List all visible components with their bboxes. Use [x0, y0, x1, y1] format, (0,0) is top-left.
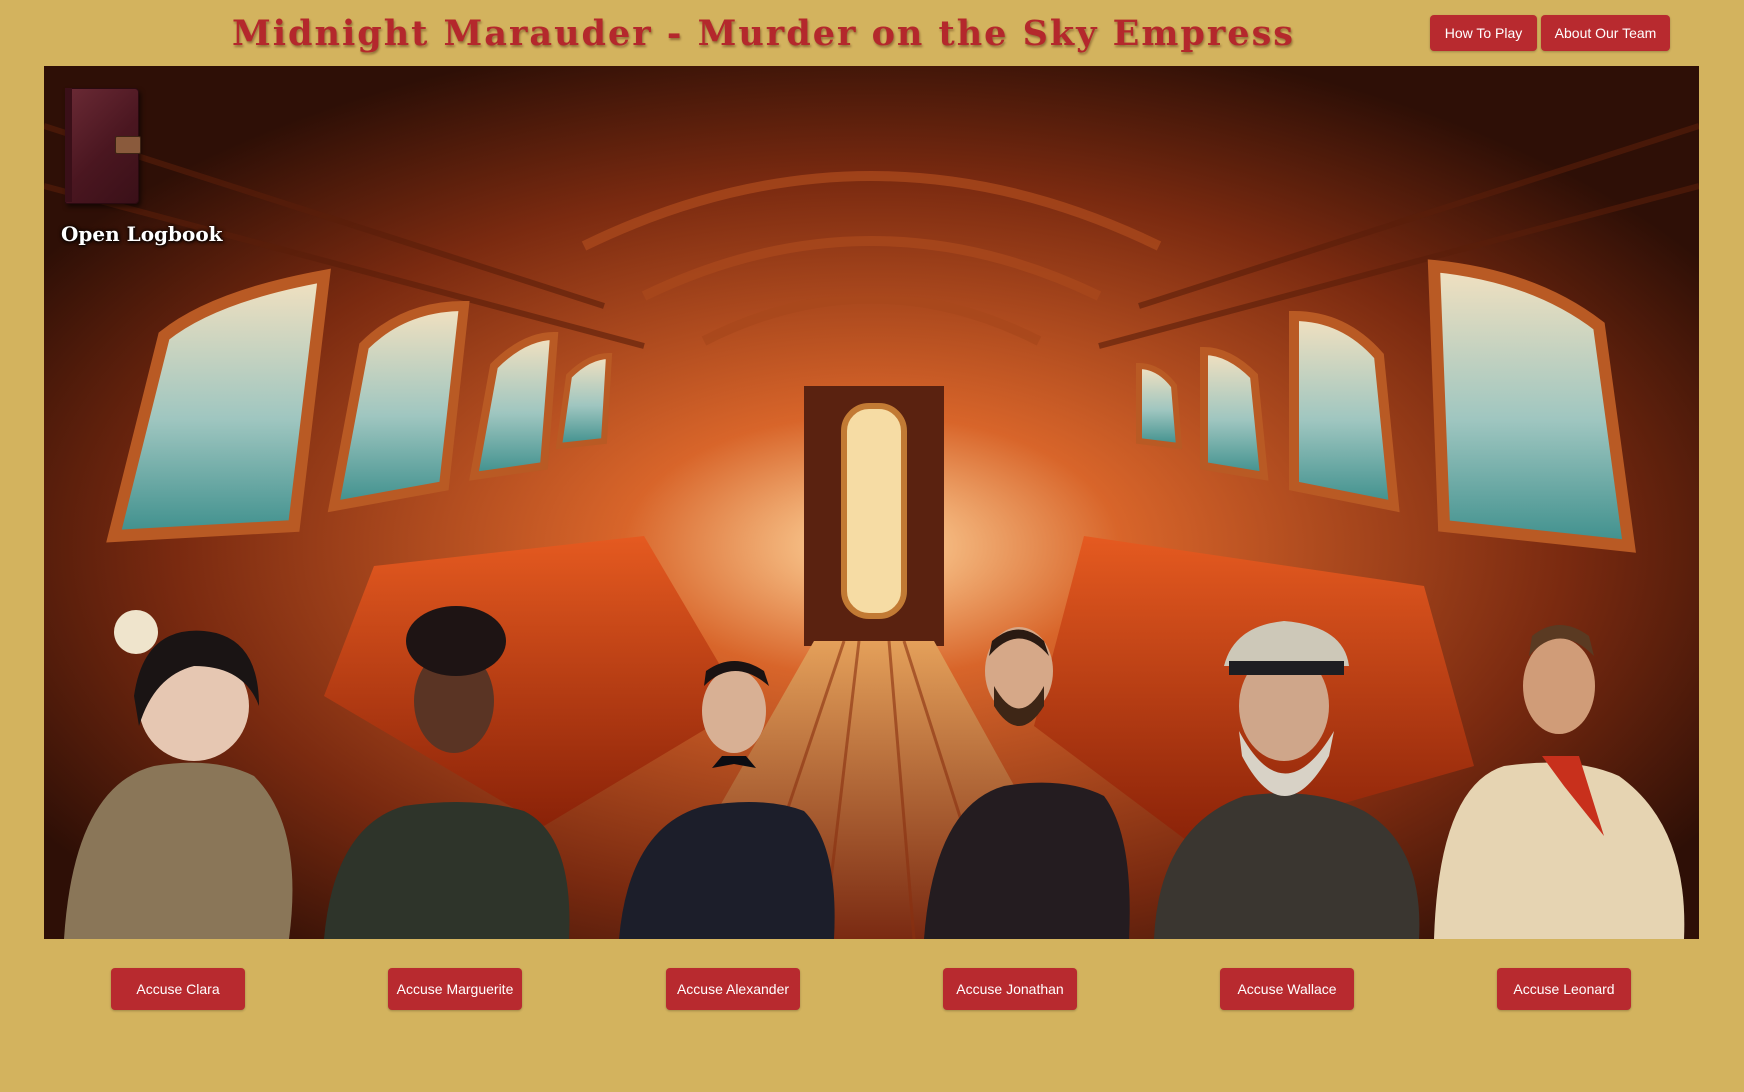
accuse-jonathan-button[interactable]: Accuse Jonathan	[943, 968, 1077, 1010]
accuse-leonard-button[interactable]: Accuse Leonard	[1497, 968, 1631, 1010]
accuse-clara-button[interactable]: Accuse Clara	[111, 968, 245, 1010]
game-title: Midnight Marauder - Murder on the Sky Em…	[232, 13, 1295, 54]
accuse-marguerite-button[interactable]: Accuse Marguerite	[388, 968, 522, 1010]
logbook-spine	[65, 88, 72, 202]
logbook-clasp	[115, 136, 141, 154]
open-logbook-label[interactable]: Open Logbook	[61, 222, 223, 246]
accuse-alexander-button[interactable]: Accuse Alexander	[666, 968, 800, 1010]
top-navigation: How To Play About Our Team	[1430, 15, 1670, 51]
how-to-play-button[interactable]: How To Play	[1430, 15, 1537, 51]
about-team-button[interactable]: About Our Team	[1541, 15, 1670, 51]
airship-cabin-scene: Open Logbook	[44, 66, 1699, 939]
logbook-icon[interactable]	[65, 88, 141, 204]
rear-door	[841, 403, 907, 619]
cabin-illustration	[44, 66, 1699, 939]
accuse-wallace-button[interactable]: Accuse Wallace	[1220, 968, 1354, 1010]
accuse-buttons-row: Accuse Clara Accuse Marguerite Accuse Al…	[0, 968, 1744, 1010]
